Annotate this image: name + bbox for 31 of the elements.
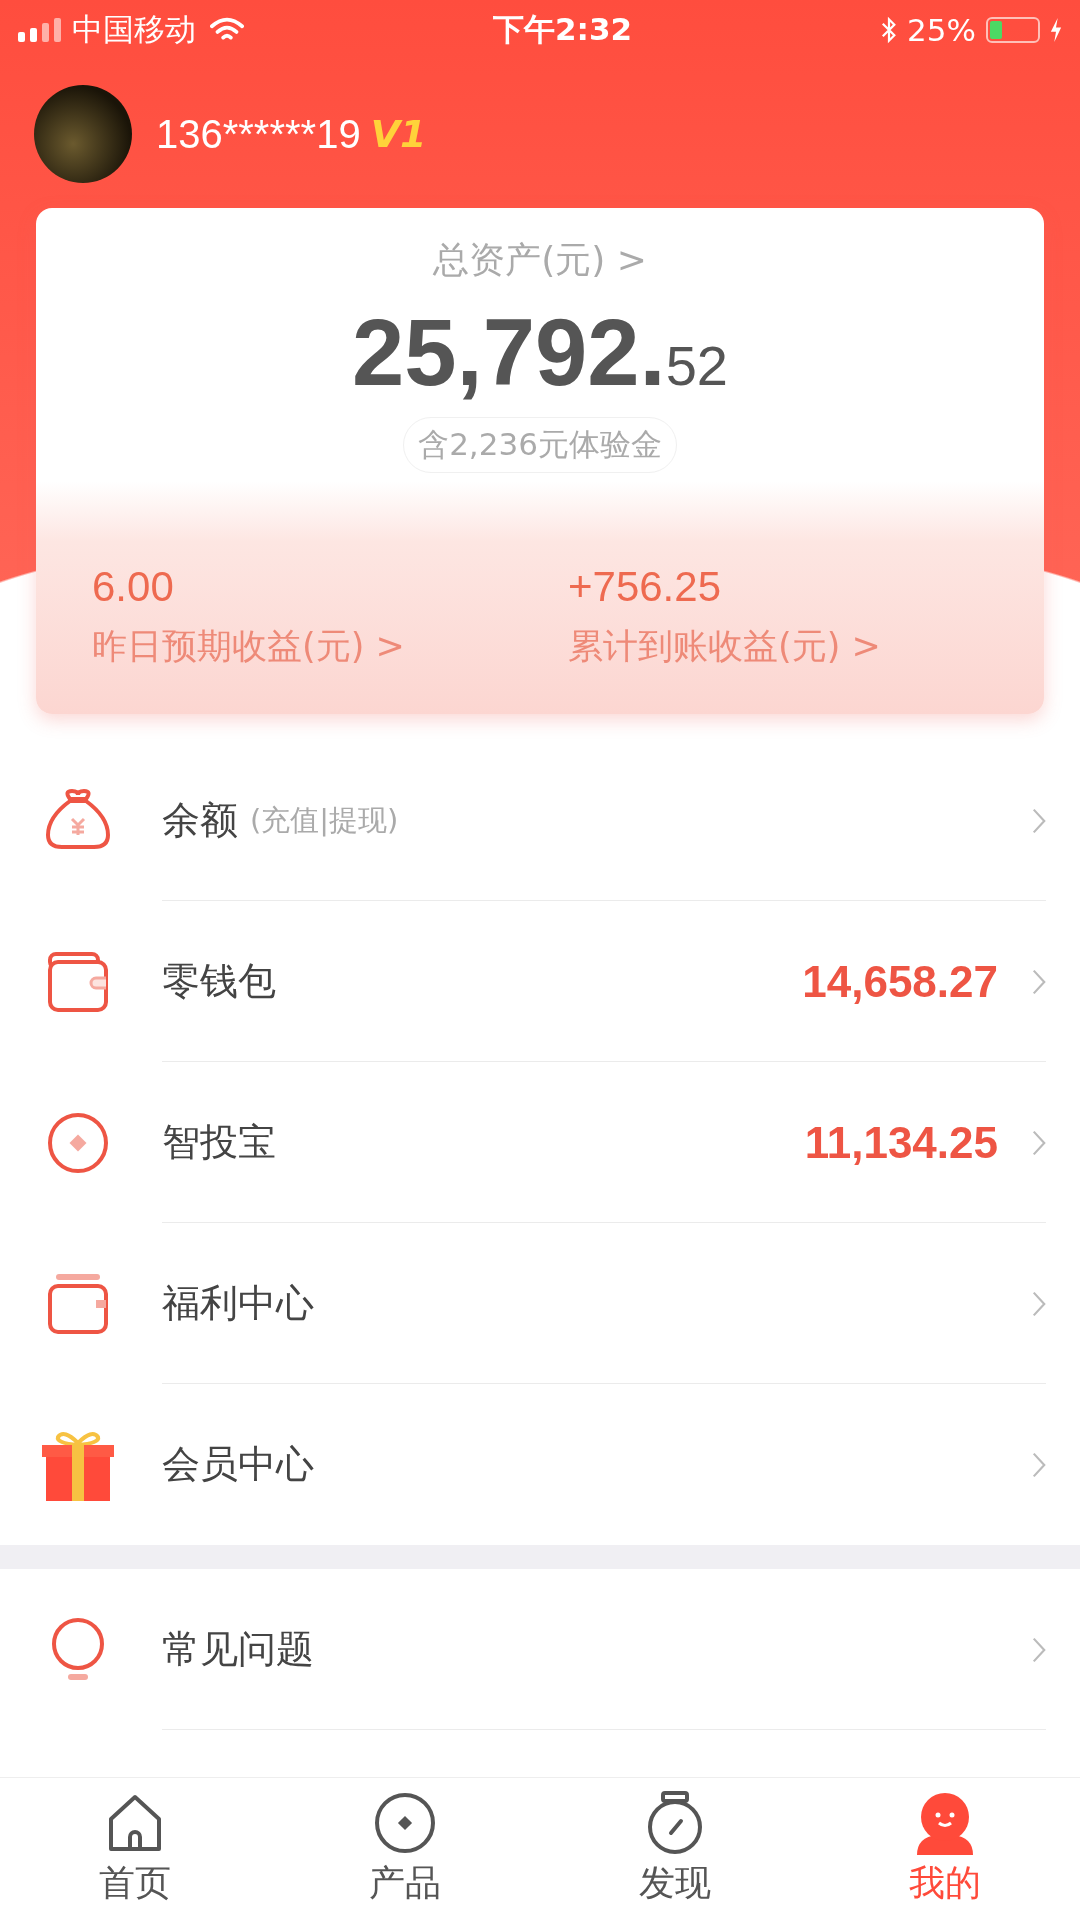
chevron-right-icon — [1032, 1635, 1046, 1664]
vip-level-text: V1 — [370, 112, 427, 156]
earnings-amount: +756.25 — [568, 563, 721, 611]
menu-item[interactable]: 会员中心 — [162, 1439, 314, 1490]
tab-item[interactable]: 发现 — [540, 1778, 810, 1921]
charging-bolt-icon — [1050, 17, 1062, 43]
menu-item[interactable]: 零钱包 — [162, 956, 276, 1007]
circle-dot-icon — [373, 1791, 437, 1855]
chevron-right-icon — [1032, 1450, 1046, 1479]
bluetooth-icon — [881, 16, 898, 44]
menu-item[interactable]: 智投宝 — [162, 1117, 276, 1168]
clock-time: 下午2:32 — [493, 10, 633, 49]
signal-icon — [18, 18, 62, 42]
menu-item[interactable]: 福利中心 — [162, 1278, 314, 1329]
chevron-right-icon — [1032, 1128, 1046, 1157]
battery-percent: 25% — [907, 12, 976, 48]
chevron-right-icon — [1032, 967, 1046, 996]
carrier-name: 中国移动 — [72, 10, 196, 49]
chevron-right-icon — [1032, 806, 1046, 835]
menu-item-amount: 11,134.25 — [804, 1117, 998, 1168]
menu-item-hint: (充值|提现) — [250, 801, 399, 839]
earnings-amount: 6.00 — [92, 563, 174, 611]
battery-icon — [986, 17, 1040, 43]
menu-item[interactable]: 余额 — [162, 795, 238, 846]
tab-item[interactable]: 产品 — [270, 1778, 540, 1921]
phone-number: 136******19 — [156, 111, 361, 157]
menu-item-amount: 14,658.27 — [802, 956, 998, 1007]
menu-item[interactable]: 常见问题 — [162, 1624, 314, 1675]
chevron-right-icon — [1032, 1289, 1046, 1318]
total-assets-amount: 25,792.52 — [352, 299, 728, 407]
tab-item[interactable]: 首页 — [0, 1778, 270, 1921]
